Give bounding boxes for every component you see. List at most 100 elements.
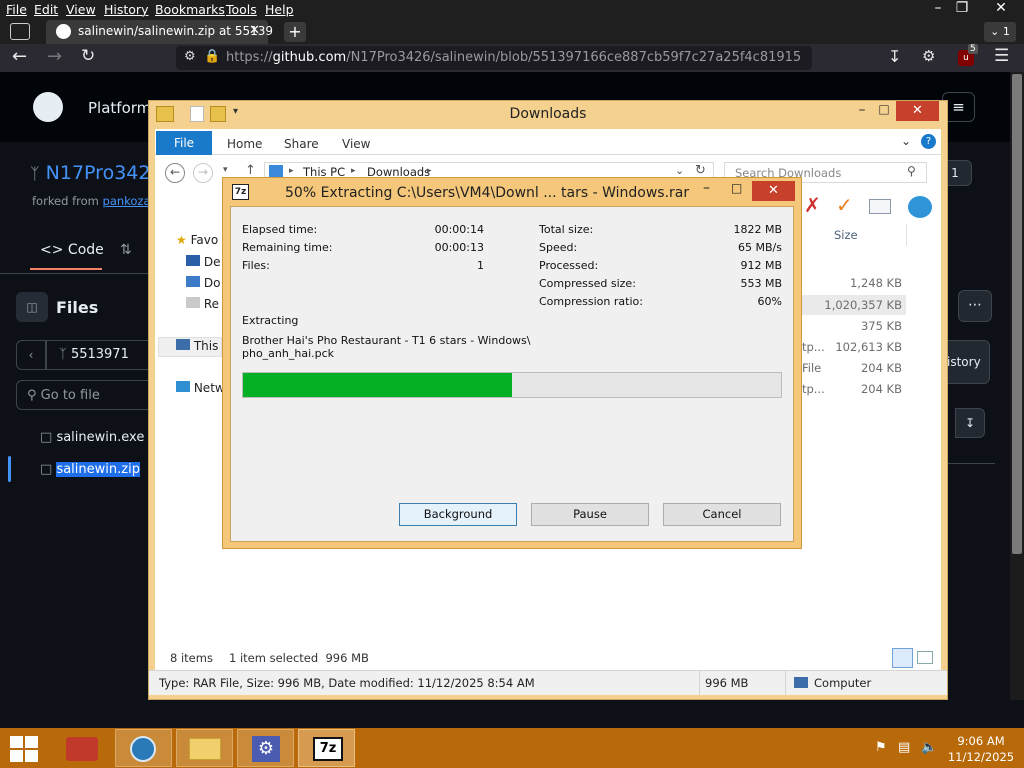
explorer-maximize-button[interactable]: □: [874, 102, 894, 120]
menu-tools[interactable]: Tools: [226, 2, 257, 17]
back-icon[interactable]: ←: [165, 163, 185, 183]
forward-icon[interactable]: →: [193, 163, 213, 183]
dialog-close-button[interactable]: ✕: [752, 181, 795, 201]
downloads-icon[interactable]: ↧: [888, 47, 901, 66]
menu-bookmarks[interactable]: Bookmarks: [155, 2, 225, 17]
ribbon-expand-icon[interactable]: ⌄: [901, 134, 911, 148]
pull-requests-icon[interactable]: ⇅: [120, 242, 132, 258]
more-options-icon[interactable]: ⋯: [958, 290, 992, 322]
nav-this-pc[interactable]: This: [176, 339, 218, 353]
help-icon[interactable]: ?: [921, 134, 936, 149]
ribbon-tab-view[interactable]: View: [342, 137, 370, 151]
taskbar-browser-icon[interactable]: [115, 729, 172, 767]
network-icon: [176, 381, 190, 392]
github-logo-icon[interactable]: [33, 92, 63, 122]
start-windows-icon[interactable]: [10, 736, 38, 762]
dialog-maximize-button[interactable]: □: [731, 181, 742, 195]
column-size-header[interactable]: Size: [834, 228, 858, 242]
nav-recent[interactable]: Re: [186, 297, 219, 311]
back-icon[interactable]: ←: [12, 46, 27, 67]
branch-selector[interactable]: ᛉ 5513971: [46, 340, 150, 370]
tab-overview-icon[interactable]: [10, 23, 30, 40]
collapse-chevron-icon[interactable]: ‹: [16, 340, 46, 370]
taskbar-7zip-icon[interactable]: 7z: [298, 729, 355, 767]
active-tab[interactable]: salinewin/salinewin.zip at 55139 ✕: [46, 20, 273, 44]
action-center-icon[interactable]: ⚑: [875, 740, 887, 755]
menu-file[interactable]: File: [6, 2, 27, 17]
current-file-name: pho_anh_hai.pck: [242, 347, 335, 360]
delete-x-icon[interactable]: ✗: [804, 193, 821, 217]
taskbar-explorer-icon[interactable]: [176, 729, 233, 767]
ribbon-tab-home[interactable]: Home: [227, 137, 262, 151]
system-clock[interactable]: 9:06 AM 11/12/2025: [946, 733, 1016, 765]
status-item-count: 8 items: [170, 651, 213, 665]
explorer-title: Downloads: [509, 106, 587, 122]
network-status-icon[interactable]: ▤: [898, 740, 910, 755]
breadcrumb-chevron-icon: ▸: [351, 166, 356, 176]
ribbon-tabs: Home Share View ⌄ ?: [155, 130, 941, 155]
menu-view[interactable]: View: [66, 2, 96, 17]
tab-list-button[interactable]: ⌄ 1: [984, 22, 1016, 42]
taskbar-settings-icon[interactable]: ⚙: [237, 729, 294, 767]
sevenzip-icon: 7z: [313, 737, 343, 761]
dialog-minimize-button[interactable]: –: [703, 180, 710, 196]
platform-menu[interactable]: Platform: [88, 99, 151, 117]
background-button[interactable]: Background: [399, 503, 517, 526]
file-item-exe[interactable]: □ salinewin.exe: [40, 430, 144, 445]
explorer-close-button[interactable]: ✕: [896, 101, 939, 121]
site-info-icon[interactable]: ⚙: [184, 49, 196, 64]
pause-button[interactable]: Pause: [531, 503, 649, 526]
details-view-icon[interactable]: [892, 648, 913, 668]
minimize-browser-button[interactable]: –: [925, 0, 951, 16]
new-tab-button[interactable]: +: [284, 22, 306, 42]
repo-title[interactable]: ᛉ N17Pro342: [30, 162, 150, 184]
ribbon-tab-file[interactable]: File: [156, 131, 212, 155]
go-to-file-input[interactable]: ⚲ Go to file: [16, 380, 150, 410]
test-check-icon[interactable]: ✓: [836, 193, 853, 217]
menu-help[interactable]: Help: [265, 2, 294, 17]
volume-muted-icon[interactable]: 🔈: [921, 740, 937, 755]
row-size: 1,020,357 KB: [824, 298, 902, 312]
sidebar-toggle-icon[interactable]: ◫: [16, 292, 48, 322]
active-file-marker: [8, 456, 11, 482]
repo-name[interactable]: N17Pro342: [46, 162, 151, 184]
remaining-time-label: Remaining time:: [242, 241, 333, 254]
recent-locations-icon[interactable]: ▾: [223, 165, 228, 175]
menu-edit[interactable]: Edit: [34, 2, 58, 17]
close-browser-button[interactable]: ✕: [988, 0, 1014, 16]
forward-icon[interactable]: →: [47, 46, 62, 67]
tab-close-icon[interactable]: ✕: [249, 23, 260, 38]
address-dropdown-icon[interactable]: ⌄: [675, 164, 684, 177]
processed-label: Processed:: [539, 259, 599, 272]
cancel-button[interactable]: Cancel: [663, 503, 781, 526]
file-item-zip[interactable]: □ salinewin.zip: [40, 462, 140, 477]
page-scrollbar-thumb[interactable]: [1012, 74, 1022, 554]
compressed-size-value: 553 MB: [740, 277, 782, 290]
dialog-titlebar: 7z 50% Extracting C:\Users\VM4\Downl ...…: [223, 178, 801, 206]
ribbon-tab-share[interactable]: Share: [284, 137, 319, 151]
restore-browser-button[interactable]: ❐: [949, 0, 975, 16]
taskbar-app-icon[interactable]: [54, 729, 111, 767]
url-bar[interactable]: ⚙ 🔒 https://github.com/N17Pro3426/saline…: [176, 46, 812, 70]
info-icon[interactable]: [869, 199, 891, 214]
extensions-icon[interactable]: ⚙: [922, 47, 935, 65]
nav-favorites[interactable]: ★ Favo: [176, 233, 218, 247]
globe-icon[interactable]: [908, 196, 932, 218]
browser-menubar: File Edit View History Bookmarks Tools H…: [0, 0, 1024, 20]
explorer-minimize-button[interactable]: –: [852, 102, 872, 120]
hamburger-menu-icon[interactable]: ☰: [994, 46, 1009, 66]
row-size: 204 KB: [860, 382, 902, 396]
tab-code[interactable]: <> Code: [40, 242, 104, 258]
up-icon[interactable]: ↑: [245, 163, 256, 178]
refresh-icon[interactable]: ↻: [695, 163, 706, 178]
reload-icon[interactable]: ↻: [81, 46, 95, 66]
code-icon: <>: [40, 242, 64, 258]
menu-history[interactable]: History: [104, 2, 148, 17]
nav-network[interactable]: Netw: [176, 381, 225, 395]
download-raw-icon[interactable]: ↧: [955, 408, 985, 438]
nav-downloads[interactable]: Do: [186, 276, 220, 290]
desktop-icon: [186, 255, 200, 266]
nav-desktop[interactable]: De: [186, 255, 220, 269]
large-icons-view-icon[interactable]: [917, 651, 933, 664]
downloads-icon: [186, 276, 200, 287]
